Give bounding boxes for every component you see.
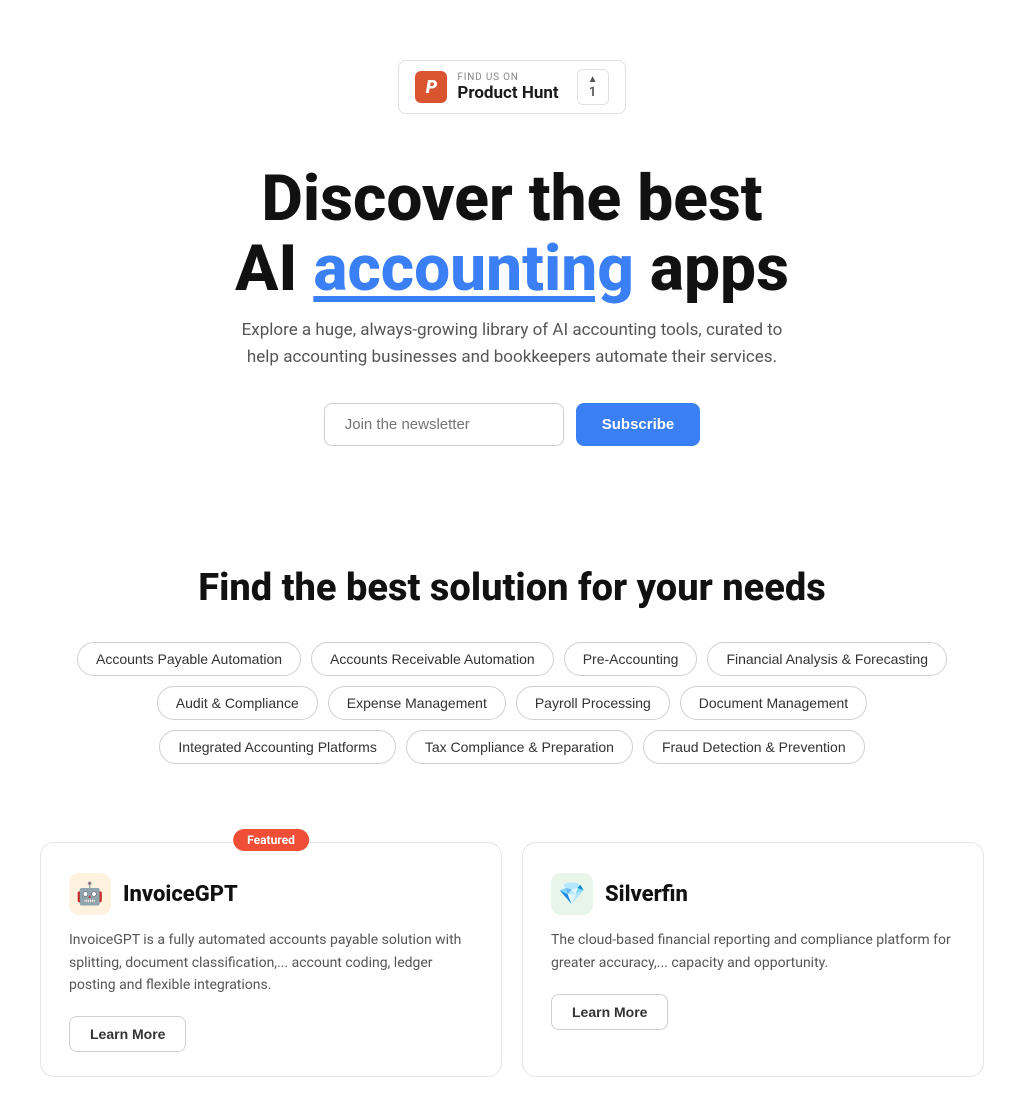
hero-line2-accent: accounting: [313, 231, 634, 306]
hero-line2-suffix: apps: [634, 231, 789, 306]
cards-grid: Featured 🤖 InvoiceGPT InvoiceGPT is a fu…: [40, 842, 984, 1117]
tag-pill[interactable]: Expense Management: [328, 686, 506, 720]
card-name: Silverfin: [605, 882, 688, 907]
subscribe-form: Subscribe: [40, 403, 984, 446]
hero-subtitle: Explore a huge, always-growing library o…: [232, 317, 792, 371]
card-header: 🤖 InvoiceGPT: [69, 873, 473, 915]
newsletter-input[interactable]: [324, 403, 564, 446]
card-header: 💎 Silverfin: [551, 873, 955, 915]
tag-pill[interactable]: Document Management: [680, 686, 867, 720]
ph-logo-icon: P: [415, 71, 447, 103]
solutions-title: Find the best solution for your needs: [40, 566, 984, 610]
subscribe-button[interactable]: Subscribe: [576, 403, 701, 446]
tag-pill[interactable]: Accounts Payable Automation: [77, 642, 301, 676]
tag-pill[interactable]: Payroll Processing: [516, 686, 670, 720]
tag-pill[interactable]: Tax Compliance & Preparation: [406, 730, 633, 764]
product-hunt-badge[interactable]: P FIND US ON Product Hunt ▲ 1: [398, 60, 625, 114]
hero-line1: Discover the best: [261, 161, 762, 236]
ph-vote-box[interactable]: ▲ 1: [577, 69, 609, 105]
card-description: The cloud-based financial reporting and …: [551, 929, 955, 974]
tags-container: Accounts Payable Automation Accounts Rece…: [40, 642, 984, 764]
card-name: InvoiceGPT: [123, 882, 238, 907]
card-cta-button[interactable]: Learn More: [551, 994, 668, 1030]
card-description: InvoiceGPT is a fully automated accounts…: [69, 929, 473, 996]
card-logo: 💎: [551, 873, 593, 915]
tag-pill[interactable]: Financial Analysis & Forecasting: [707, 642, 947, 676]
ph-vote-count: 1: [589, 85, 596, 100]
product-card: Featured 🤖 InvoiceGPT InvoiceGPT is a fu…: [40, 842, 502, 1077]
ph-text: FIND US ON Product Hunt: [457, 72, 558, 103]
hero-line2-prefix: AI: [235, 231, 313, 306]
product-hunt-section: P FIND US ON Product Hunt ▲ 1: [40, 0, 984, 114]
product-card: 💎 Silverfin The cloud-based financial re…: [522, 842, 984, 1077]
ph-name-label: Product Hunt: [457, 83, 558, 103]
ph-vote-arrow: ▲: [588, 74, 598, 85]
tag-pill[interactable]: Audit & Compliance: [157, 686, 318, 720]
tag-pill[interactable]: Pre-Accounting: [564, 642, 698, 676]
solutions-section: Find the best solution for your needs Ac…: [40, 546, 984, 842]
card-cta-button[interactable]: Learn More: [69, 1016, 186, 1052]
featured-badge: Featured: [233, 829, 309, 851]
ph-find-us-label: FIND US ON: [457, 72, 558, 83]
hero-title: Discover the best AI accounting apps: [40, 164, 984, 305]
tag-pill[interactable]: Accounts Receivable Automation: [311, 642, 554, 676]
hero-section: Discover the best AI accounting apps Exp…: [40, 144, 984, 546]
card-logo: 🤖: [69, 873, 111, 915]
tag-pill[interactable]: Fraud Detection & Prevention: [643, 730, 865, 764]
tag-pill[interactable]: Integrated Accounting Platforms: [159, 730, 395, 764]
